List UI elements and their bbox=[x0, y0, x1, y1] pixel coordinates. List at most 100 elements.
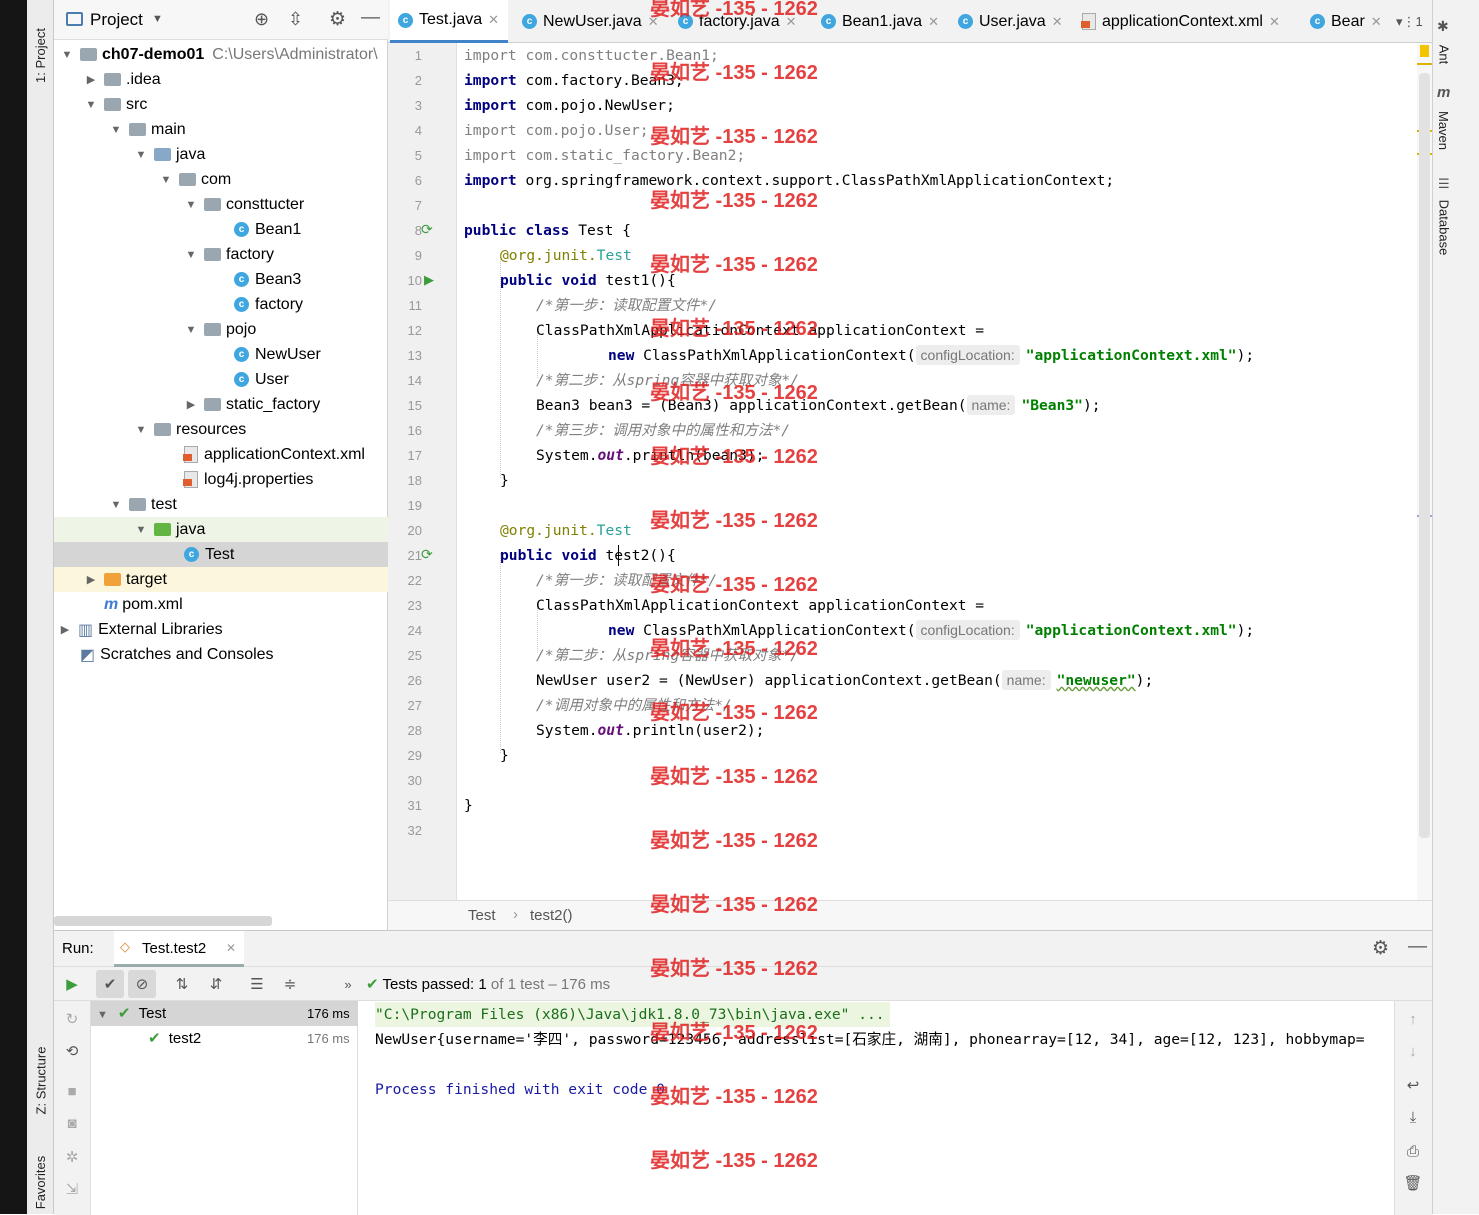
tree-item-bean1[interactable]: c Bean1 bbox=[54, 217, 388, 242]
tree-item-resources[interactable]: ▼ resources bbox=[54, 417, 388, 442]
tab-overflow-menu[interactable]: ▾⋮1 bbox=[1388, 0, 1428, 43]
console-output-line: NewUser{username='李四', password=123456, … bbox=[375, 1031, 1365, 1048]
tab-project-tool[interactable]: 1: Project bbox=[27, 10, 54, 100]
gear-icon[interactable]: ⚙ bbox=[1372, 937, 1389, 960]
tree-item-pojo[interactable]: ▼ pojo bbox=[54, 317, 388, 342]
class-icon: c bbox=[234, 272, 249, 287]
console-output[interactable]: "C:\Program Files (x86)\Java\jdk1.8.0_73… bbox=[358, 1001, 1394, 1215]
tab-applicationcontext-xml[interactable]: applicationContext.xml ✕ bbox=[1074, 0, 1296, 43]
tree-item-user[interactable]: c User bbox=[54, 367, 388, 392]
editor-scrollbar[interactable] bbox=[1417, 43, 1432, 900]
camera-icon[interactable]: ◙ bbox=[58, 1109, 86, 1137]
run-test-gutter-icon[interactable]: ▶ bbox=[424, 272, 434, 288]
tab-database[interactable]: Database bbox=[1432, 192, 1456, 262]
tree-item-target[interactable]: ▶ target bbox=[54, 567, 388, 592]
tab-test-java[interactable]: c Test.java ✕ bbox=[390, 0, 508, 43]
tree-item-applicationcontext-xml[interactable]: applicationContext.xml bbox=[54, 442, 388, 467]
toggle-auto-test-icon[interactable]: ⟲ bbox=[58, 1037, 86, 1065]
code-editor[interactable]: import com.consttucter.Bean1; import com… bbox=[457, 43, 1417, 900]
scroll-thumb[interactable] bbox=[1419, 73, 1430, 838]
run-config-tab[interactable]: ◇ Test.test2 ✕ bbox=[114, 931, 244, 967]
close-icon[interactable]: ✕ bbox=[488, 12, 499, 28]
tab-maven[interactable]: Maven bbox=[1432, 102, 1456, 158]
expand-all-icon[interactable]: ☰ bbox=[243, 970, 271, 998]
close-icon[interactable]: ✕ bbox=[928, 14, 939, 30]
project-view-title[interactable]: Project bbox=[90, 10, 143, 30]
test-row-method[interactable]: ✔ test2 176 ms bbox=[148, 1029, 358, 1050]
trash-icon[interactable]: 🗑 bbox=[1399, 1169, 1427, 1197]
show-passed-icon[interactable]: ✔ bbox=[96, 970, 124, 998]
code-line-26: NewUser user2 = (NewUser) applicationCon… bbox=[536, 670, 1154, 690]
run-label: Run: bbox=[62, 940, 94, 957]
tree-item-newuser[interactable]: c NewUser bbox=[54, 342, 388, 367]
tree-item-idea[interactable]: ▶ .idea bbox=[54, 67, 388, 92]
tree-item-project-root[interactable]: ▼ ch07-demo01 C:\Users\Administrator\ bbox=[54, 42, 388, 67]
tree-item-main-java[interactable]: ▼ java bbox=[54, 142, 388, 167]
tree-item-external-libraries[interactable]: ▶ ▥ External Libraries bbox=[54, 617, 388, 642]
debug-icon[interactable]: ✲ bbox=[58, 1143, 86, 1171]
show-ignored-icon[interactable]: ⊘ bbox=[128, 970, 156, 998]
tree-item-factory-package[interactable]: ▼ factory bbox=[54, 242, 388, 267]
tree-item-pom-xml[interactable]: m pom.xml bbox=[54, 592, 388, 617]
close-icon[interactable]: ✕ bbox=[1371, 14, 1382, 30]
line-number: 21 bbox=[407, 548, 422, 563]
stop-icon[interactable]: ■ bbox=[58, 1077, 86, 1105]
close-icon[interactable]: ✕ bbox=[1052, 14, 1063, 30]
collapse-all-icon[interactable]: ⇳ bbox=[288, 9, 303, 30]
tree-item-test-java[interactable]: ▼ java bbox=[54, 517, 388, 542]
tab-favorites-tool[interactable]: Favorites bbox=[27, 1150, 54, 1214]
tree-item-scratches[interactable]: ◩ Scratches and Consoles bbox=[54, 642, 388, 667]
breadcrumb-method[interactable]: test2() bbox=[530, 907, 573, 924]
check-icon: ✔ bbox=[366, 976, 379, 993]
class-icon: c bbox=[234, 297, 249, 312]
tree-item-static-factory[interactable]: ▶ static_factory bbox=[54, 392, 388, 417]
tree-item-com[interactable]: ▼ com bbox=[54, 167, 388, 192]
tree-item-src[interactable]: ▼ src bbox=[54, 92, 388, 117]
sort-alpha-icon[interactable]: ⇅ bbox=[168, 970, 196, 998]
tree-item-log4j-properties[interactable]: log4j.properties bbox=[54, 467, 388, 492]
tree-item-consttucter[interactable]: ▼ consttucter bbox=[54, 192, 388, 217]
scroll-to-end-icon[interactable]: ⤓ bbox=[1399, 1103, 1427, 1131]
tab-factory-java[interactable]: c factory.java ✕ bbox=[670, 0, 810, 43]
sort-duration-icon[interactable]: ⇵ bbox=[202, 970, 230, 998]
minimize-icon[interactable]: — bbox=[1408, 936, 1427, 958]
scroll-marker bbox=[1417, 63, 1432, 65]
parameter-hint: configLocation: bbox=[915, 620, 1020, 640]
gear-icon[interactable]: ⚙ bbox=[329, 8, 346, 31]
close-icon[interactable]: ✕ bbox=[1269, 14, 1280, 30]
rerun-failed-icon[interactable]: ↻ bbox=[58, 1005, 86, 1033]
tree-item-factory-class[interactable]: c factory bbox=[54, 292, 388, 317]
tab-bear[interactable]: c Bear ✕ bbox=[1302, 0, 1382, 43]
rerun-icon[interactable]: ▶ bbox=[58, 970, 86, 998]
breadcrumb-class[interactable]: Test bbox=[468, 907, 496, 924]
horizontal-scrollbar[interactable] bbox=[54, 916, 272, 926]
more-icon[interactable]: » bbox=[334, 970, 362, 998]
tab-user-java[interactable]: c User.java ✕ bbox=[950, 0, 1078, 43]
tree-item-test-class[interactable]: c Test bbox=[54, 542, 388, 567]
run-test-gutter-icon[interactable]: ⟳ bbox=[421, 546, 433, 563]
arrow-down-icon[interactable]: ↓ bbox=[1399, 1037, 1427, 1065]
tab-newuser-java[interactable]: c NewUser.java ✕ bbox=[514, 0, 662, 43]
tab-ant[interactable]: Ant bbox=[1432, 34, 1456, 74]
line-number: 2 bbox=[414, 73, 422, 88]
code-line-27: /*调用对象中的属性和方法*/ bbox=[536, 697, 732, 714]
close-icon[interactable]: ✕ bbox=[648, 14, 659, 30]
tree-item-main[interactable]: ▼ main bbox=[54, 117, 388, 142]
test-row-class[interactable]: ▼ ✔ Test 176 ms bbox=[97, 1004, 357, 1025]
locate-icon[interactable]: ⊕ bbox=[254, 9, 269, 30]
close-icon[interactable]: ✕ bbox=[226, 941, 236, 955]
tab-structure-tool[interactable]: Z: Structure bbox=[27, 1030, 54, 1130]
line-number: 1 bbox=[414, 48, 422, 63]
arrow-up-icon[interactable]: ↑ bbox=[1399, 1005, 1427, 1033]
exit-icon[interactable]: ⇲ bbox=[58, 1175, 86, 1203]
tree-item-bean3[interactable]: c Bean3 bbox=[54, 267, 388, 292]
close-icon[interactable]: ✕ bbox=[786, 14, 797, 30]
run-class-gutter-icon[interactable]: ⟳ bbox=[421, 221, 433, 238]
minimize-icon[interactable]: — bbox=[361, 7, 380, 29]
tab-bean1-java[interactable]: c Bean1.java ✕ bbox=[813, 0, 948, 43]
collapse-all-icon[interactable]: ≑ bbox=[276, 970, 304, 998]
soft-wrap-icon[interactable]: ↩ bbox=[1399, 1071, 1427, 1099]
tree-item-test[interactable]: ▼ test bbox=[54, 492, 388, 517]
print-icon[interactable]: ⎙ bbox=[1399, 1137, 1427, 1165]
chevron-down-icon[interactable]: ▼ bbox=[152, 13, 163, 25]
